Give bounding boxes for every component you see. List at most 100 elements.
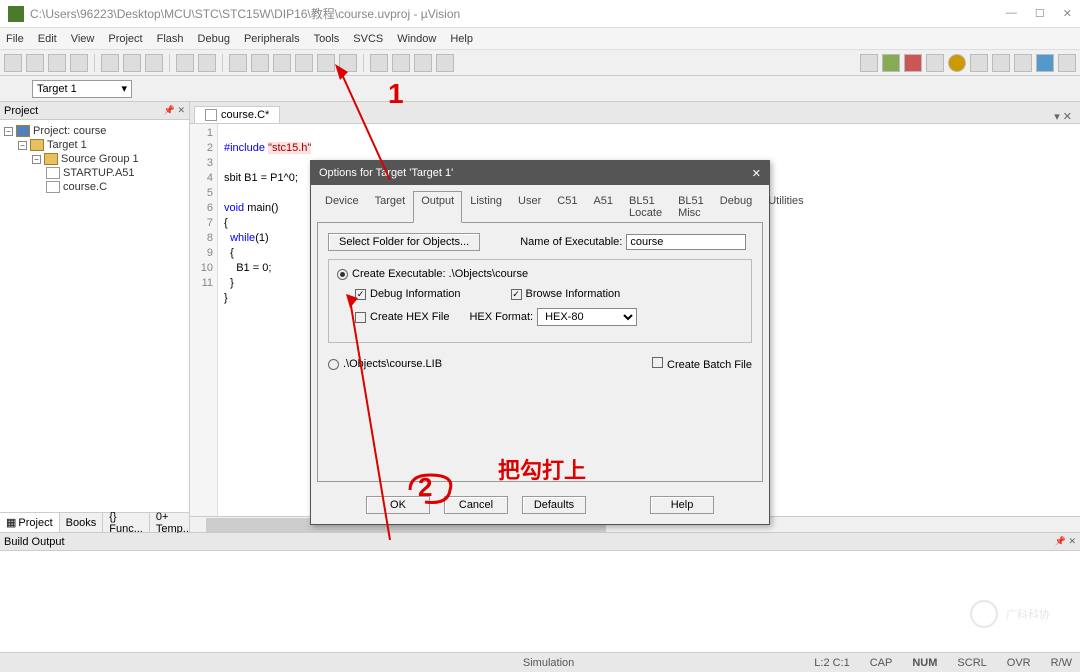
menu-file[interactable]: File — [6, 33, 24, 45]
tab-project[interactable]: ▦Project — [0, 513, 60, 532]
project-tree[interactable]: − Project: course − Target 1 − Source Gr… — [0, 120, 189, 512]
pin-icon[interactable]: 📌 ✕ — [1055, 536, 1076, 547]
tab-books[interactable]: Books — [60, 513, 104, 532]
tb-wrench-icon[interactable] — [1058, 54, 1076, 72]
menu-edit[interactable]: Edit — [38, 33, 57, 45]
tb-bookmark-clear-icon[interactable] — [339, 54, 357, 72]
tab-user[interactable]: User — [510, 191, 549, 223]
pin-icon[interactable]: 📌 ✕ — [164, 105, 185, 116]
editor-tab-controls[interactable]: ▾ ✕ — [1050, 110, 1076, 123]
tree-group[interactable]: Source Group 1 — [61, 153, 139, 165]
folder-icon — [44, 153, 58, 165]
help-button[interactable]: Help — [650, 496, 714, 514]
tb-run-icon[interactable] — [948, 54, 966, 72]
tb-cut-icon[interactable] — [101, 54, 119, 72]
minimize-button[interactable]: — — [1006, 7, 1017, 20]
dialog-titlebar[interactable]: Options for Target 'Target 1' ✕ — [311, 161, 769, 185]
window-title: C:\Users\96223\Desktop\MCU\STC\STC15W\DI… — [30, 5, 1006, 22]
tab-functions[interactable]: {} Func... — [103, 513, 150, 532]
tb-outdent2-icon[interactable] — [392, 54, 410, 72]
defaults-button[interactable]: Defaults — [522, 496, 586, 514]
maximize-button[interactable]: ☐ — [1035, 7, 1045, 20]
tb-find-icon[interactable] — [860, 54, 878, 72]
tb-comment-icon[interactable] — [414, 54, 432, 72]
tb-stop-icon[interactable] — [904, 54, 922, 72]
tree-toggle[interactable]: − — [32, 155, 41, 164]
tree-project[interactable]: Project: course — [33, 125, 106, 137]
tab-listing[interactable]: Listing — [462, 191, 510, 223]
menu-help[interactable]: Help — [450, 33, 473, 45]
tb-copy-icon[interactable] — [123, 54, 141, 72]
menu-flash[interactable]: Flash — [157, 33, 184, 45]
menu-view[interactable]: View — [71, 33, 95, 45]
tb-open-icon[interactable] — [26, 54, 44, 72]
tab-bl51-locate[interactable]: BL51 Locate — [621, 191, 670, 223]
create-batch-checkbox[interactable] — [652, 357, 663, 368]
create-exec-radio[interactable] — [337, 269, 348, 280]
browse-info-checkbox[interactable]: ✓ — [511, 289, 522, 300]
tab-c51[interactable]: C51 — [549, 191, 585, 223]
tree-file[interactable]: course.C — [63, 181, 107, 193]
create-lib-radio[interactable] — [328, 359, 339, 370]
tb-redo-icon[interactable] — [198, 54, 216, 72]
tb-bookmark-icon[interactable] — [273, 54, 291, 72]
select-folder-button[interactable]: Select Folder for Objects... — [328, 233, 480, 251]
menu-peripherals[interactable]: Peripherals — [244, 33, 300, 45]
create-lib-label: .\Objects\course.LIB — [343, 358, 442, 370]
code-content[interactable]: #include "stc15.h" sbit B1 = P1^0; void … — [218, 124, 317, 516]
tb-save-icon[interactable] — [48, 54, 66, 72]
tb-config-icon[interactable] — [1036, 54, 1054, 72]
tab-output[interactable]: Output — [413, 191, 462, 223]
cancel-button[interactable]: Cancel — [444, 496, 508, 514]
menu-debug[interactable]: Debug — [198, 33, 230, 45]
tb-step-out-icon[interactable] — [1014, 54, 1032, 72]
tab-bl51-misc[interactable]: BL51 Misc — [670, 191, 712, 223]
app-icon — [8, 6, 24, 22]
tb-bookmark-prev-icon[interactable] — [295, 54, 313, 72]
name-exec-input[interactable] — [626, 234, 746, 250]
menu-project[interactable]: Project — [108, 33, 142, 45]
tb-new-icon[interactable] — [4, 54, 22, 72]
tree-file[interactable]: STARTUP.A51 — [63, 167, 135, 179]
tab-device[interactable]: Device — [317, 191, 367, 223]
tb-bookmark-next-icon[interactable] — [317, 54, 335, 72]
tb-paste-icon[interactable] — [145, 54, 163, 72]
menu-window[interactable]: Window — [397, 33, 436, 45]
tb-saveall-icon[interactable] — [70, 54, 88, 72]
tree-toggle[interactable]: − — [4, 127, 13, 136]
tb-uncomment-icon[interactable] — [436, 54, 454, 72]
tb-indent-icon[interactable] — [229, 54, 247, 72]
hex-format-label: HEX Format: — [469, 311, 533, 323]
tab-a51[interactable]: A51 — [585, 191, 621, 223]
status-cap: CAP — [870, 657, 893, 669]
tab-debug[interactable]: Debug — [712, 191, 760, 223]
options-dialog: Options for Target 'Target 1' ✕ Device T… — [310, 160, 770, 525]
line-gutter: 123 456 789 1011 — [190, 124, 218, 516]
tb-debug-icon[interactable] — [882, 54, 900, 72]
create-hex-checkbox[interactable] — [355, 312, 366, 323]
menu-tools[interactable]: Tools — [314, 33, 340, 45]
tree-target[interactable]: Target 1 — [47, 139, 87, 151]
close-button[interactable]: ✕ — [1063, 7, 1072, 20]
hex-format-select[interactable]: HEX-80 — [537, 308, 637, 326]
tb-undo-icon[interactable] — [176, 54, 194, 72]
watermark: 广科科协 — [970, 600, 1050, 628]
tab-target[interactable]: Target — [367, 191, 414, 223]
tb-outdent-icon[interactable] — [251, 54, 269, 72]
editor-tab-label: course.C* — [221, 109, 269, 121]
editor-tab-course[interactable]: course.C* — [194, 106, 280, 123]
tb-indent2-icon[interactable] — [370, 54, 388, 72]
tb-breakpoint-icon[interactable] — [926, 54, 944, 72]
debug-info-checkbox[interactable]: ✓ — [355, 289, 366, 300]
tb-step-over-icon[interactable] — [992, 54, 1010, 72]
folder-icon — [30, 139, 44, 151]
dialog-close-button[interactable]: ✕ — [752, 167, 761, 180]
file-icon — [205, 109, 217, 121]
status-scrl: SCRL — [957, 657, 986, 669]
tree-toggle[interactable]: − — [18, 141, 27, 150]
tb-step-icon[interactable] — [970, 54, 988, 72]
target-select[interactable]: Target 1 ▾ — [32, 80, 132, 98]
build-output-content[interactable] — [0, 551, 1080, 652]
menu-svcs[interactable]: SVCS — [353, 33, 383, 45]
tab-utilities[interactable]: Utilities — [760, 191, 811, 223]
